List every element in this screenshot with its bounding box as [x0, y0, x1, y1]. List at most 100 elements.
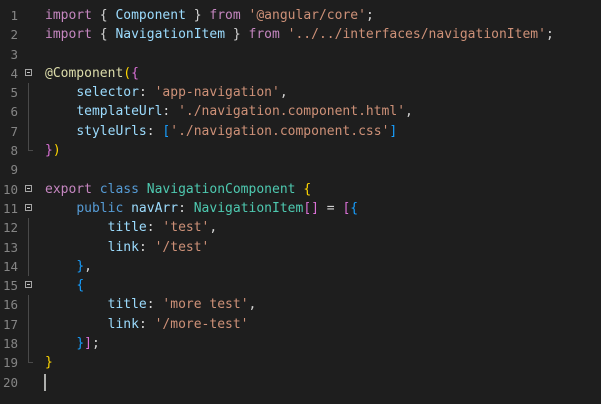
line-number: 17: [2, 316, 18, 332]
code-text[interactable]: title: 'more test',: [45, 295, 257, 314]
code-token: :: [138, 316, 155, 332]
fold-toggle-icon[interactable]: [25, 203, 32, 211]
fold-toggle-icon[interactable]: [25, 281, 32, 289]
code-editor[interactable]: 1 import { Component } from '@angular/cor…: [0, 0, 601, 404]
code-line[interactable]: 20: [0, 373, 601, 392]
code-text[interactable]: title: 'test',: [45, 218, 218, 237]
code-token: []: [303, 200, 319, 216]
code-line[interactable]: 9: [0, 160, 601, 179]
code-text[interactable]: },: [45, 257, 92, 276]
code-text[interactable]: public navArr: NavigationItem[] = [{: [45, 199, 358, 218]
code-token: }: [185, 8, 210, 23]
code-line[interactable]: 7 styleUrls: ['./navigation.component.cs…: [0, 121, 601, 142]
code-lines[interactable]: 1 import { Component } from '@angular/cor…: [0, 6, 601, 392]
code-token: ): [52, 143, 61, 159]
line-number: 1: [10, 8, 18, 23]
code-token: 'app-navigation': [154, 85, 280, 101]
fold-toggle-icon[interactable]: [25, 68, 32, 76]
code-text[interactable]: link: '/more-test': [45, 315, 249, 334]
code-token: 'more test': [162, 297, 249, 313]
code-text[interactable]: link: '/test': [45, 238, 210, 257]
line-number: 7: [10, 123, 18, 139]
code-line[interactable]: 18 }];: [0, 334, 601, 354]
code-line[interactable]: 6 templateUrl: './navigation.component.h…: [0, 102, 601, 122]
code-line[interactable]: 15 {: [0, 276, 601, 295]
line-number: 11: [2, 200, 18, 216]
code-token: @: [45, 65, 53, 81]
line-number: 5: [10, 85, 18, 101]
code-token: '@angular/core': [248, 8, 366, 23]
fold-guide-line: [28, 121, 29, 142]
code-text[interactable]: }): [45, 141, 61, 160]
code-text[interactable]: }];: [45, 334, 100, 353]
code-token: }: [76, 258, 85, 274]
code-token: :: [146, 220, 163, 236]
line-number: 10: [2, 181, 18, 197]
code-text[interactable]: @Component({: [45, 64, 139, 83]
code-token: =: [318, 200, 343, 216]
code-token: Component: [115, 8, 186, 23]
line-number: 14: [2, 258, 18, 274]
code-line[interactable]: 4 @Component({: [0, 64, 601, 83]
code-token: import: [45, 27, 92, 43]
code-line[interactable]: 8}): [0, 141, 601, 160]
code-token: ]: [389, 123, 398, 139]
code-text[interactable]: selector: 'app-navigation',: [45, 83, 288, 102]
code-token: title: [107, 297, 147, 313]
line-number: 4: [10, 65, 18, 81]
code-text[interactable]: templateUrl: './navigation.component.htm…: [45, 102, 413, 121]
text-cursor: [44, 373, 46, 391]
code-line[interactable]: 13 link: '/test': [0, 237, 601, 257]
code-token: ,: [405, 104, 413, 120]
code-token: ,: [279, 85, 288, 101]
code-line[interactable]: 1 import { Component } from '@angular/cor…: [0, 6, 601, 25]
code-text[interactable]: export class NavigationComponent {: [45, 180, 311, 199]
code-line[interactable]: 3: [0, 45, 601, 64]
code-line[interactable]: 14 },: [0, 256, 601, 277]
code-token: '../../interfaces/navigationItem': [287, 27, 546, 43]
code-token: ]: [84, 336, 92, 352]
fold-guide-line: [28, 314, 29, 335]
code-token: ;: [91, 336, 100, 352]
code-line[interactable]: 12 title: 'test',: [0, 218, 601, 238]
code-token: :: [146, 123, 163, 139]
code-token: link: [107, 316, 139, 332]
code-text[interactable]: styleUrls: ['./navigation.component.css'…: [45, 122, 397, 141]
code-token: }: [45, 143, 53, 159]
code-text[interactable]: import { NavigationItem } from '../../in…: [45, 25, 554, 44]
code-token: NavigationItem: [115, 27, 226, 43]
line-number: 6: [10, 104, 18, 120]
code-token: }: [45, 355, 53, 371]
code-line[interactable]: 19}: [0, 353, 601, 372]
code-token: }: [76, 336, 85, 352]
code-line[interactable]: 10 export class NavigationComponent {: [0, 180, 601, 199]
code-text[interactable]: {: [45, 276, 84, 295]
code-line[interactable]: 11 public navArr: NavigationItem[] = [{: [0, 199, 601, 218]
code-token: from: [248, 27, 280, 43]
code-token: selector: [76, 85, 139, 101]
code-token: NavigationComponent: [146, 181, 296, 197]
code-line[interactable]: 16 title: 'more test',: [0, 295, 601, 315]
code-token: ;: [365, 8, 374, 23]
code-token: :: [146, 297, 163, 313]
line-number: 13: [2, 239, 18, 255]
code-line[interactable]: 2 import { NavigationItem } from '../../i…: [0, 25, 601, 44]
fold-guide-line: [28, 218, 29, 238]
fold-toggle-icon[interactable]: [25, 184, 32, 192]
code-text[interactable]: import { Component } from '@angular/core…: [45, 6, 374, 25]
code-line[interactable]: 17 link: '/more-test': [0, 314, 601, 335]
code-token: NavigationItem: [193, 200, 304, 216]
code-token: from: [209, 8, 241, 23]
code-text[interactable]: }: [45, 353, 53, 372]
code-line[interactable]: 5 selector: 'app-navigation',: [0, 83, 601, 103]
